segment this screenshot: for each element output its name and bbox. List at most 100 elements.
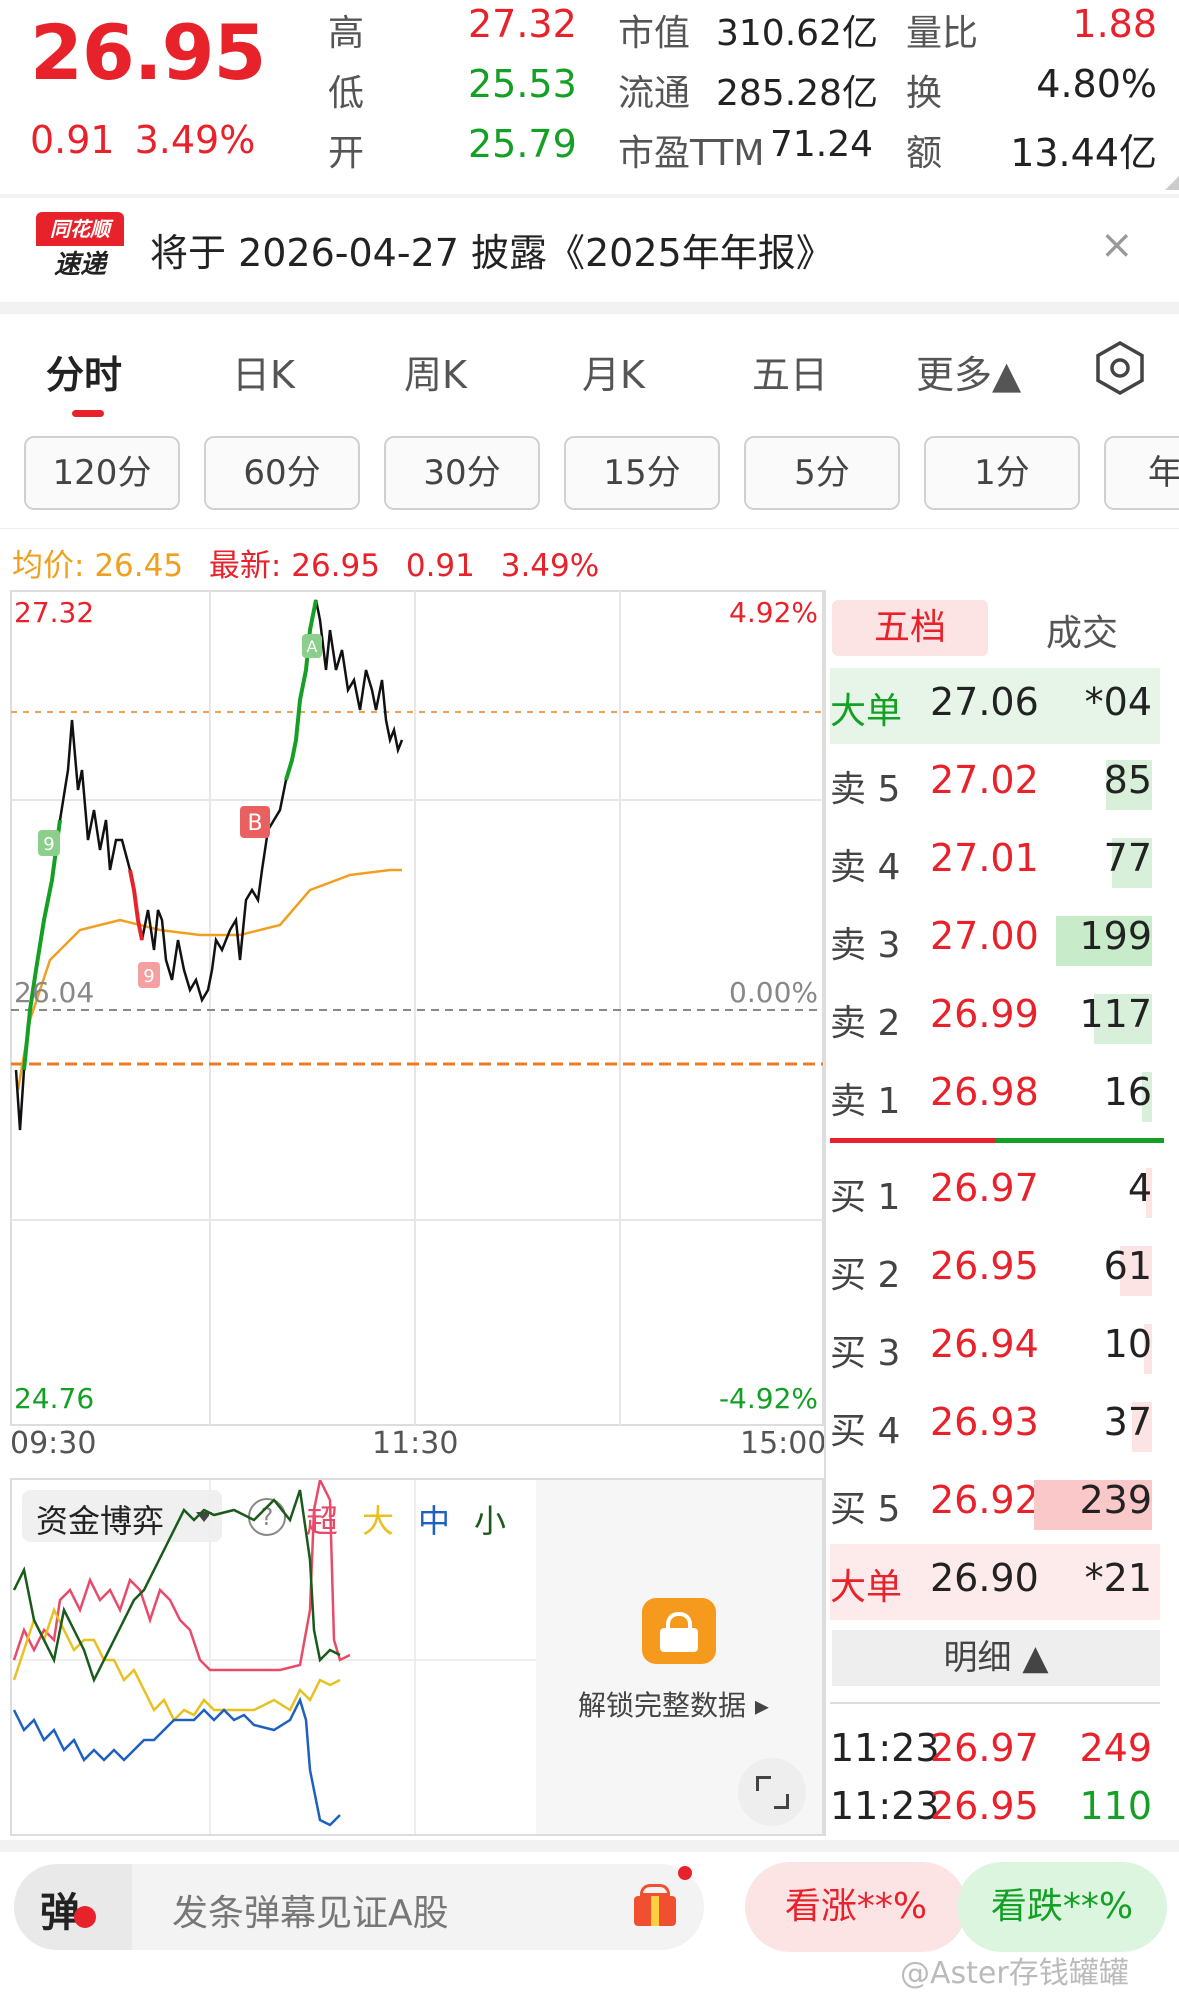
latest-change: 0.91 — [405, 548, 475, 584]
tick-volume: 249 — [1079, 1726, 1152, 1770]
notification-dot — [678, 1866, 692, 1880]
divider — [0, 194, 1179, 198]
sell-5-row[interactable]: 卖 5 27.02 85 — [830, 746, 1160, 822]
tab-trades[interactable]: 成交 — [1046, 604, 1118, 656]
buy-4-row[interactable]: 买 4 26.93 37 — [830, 1388, 1160, 1464]
close-icon[interactable]: × — [1100, 222, 1134, 268]
big-sell-volume: *04 — [1084, 680, 1152, 724]
big-buy-order: 大单 26.90 *21 — [830, 1544, 1160, 1620]
float-cap-value: 285.28亿 — [716, 73, 878, 114]
interval-5m[interactable]: 5分 — [744, 436, 900, 510]
sell-2-price: 26.99 — [930, 992, 1039, 1036]
buy-1-label: 买 1 — [830, 1177, 901, 1218]
sell-marker-text: A — [307, 637, 318, 656]
open-value: 25.79 — [468, 122, 577, 166]
intraday-chart[interactable]: 27.32 26.04 24.76 4.92% 0.00% -4.92% 9 9… — [10, 590, 824, 1426]
interval-15m[interactable]: 15分 — [564, 436, 720, 510]
sell-4-row[interactable]: 卖 4 27.01 77 — [830, 824, 1160, 900]
tab-intraday[interactable]: 分时 — [46, 344, 122, 399]
pct-low-label: -4.92% — [719, 1382, 818, 1415]
sell-3-row[interactable]: 卖 3 27.00 199 — [830, 902, 1160, 978]
buy-5-label: 买 5 — [830, 1489, 901, 1530]
settings-hexagon-icon[interactable] — [1092, 340, 1148, 396]
detail-toggle[interactable]: 明细 ▲ — [832, 1630, 1160, 1686]
tab-monthly-k[interactable]: 月K — [582, 344, 645, 399]
sell-5-label: 卖 5 — [830, 769, 901, 810]
buy-2-volume: 61 — [1103, 1244, 1152, 1288]
price-high-label: 27.32 — [14, 596, 94, 629]
sell-3-volume: 199 — [1079, 914, 1152, 958]
buy-1-volume: 4 — [1127, 1166, 1152, 1210]
high-label: 高 — [328, 13, 365, 54]
buy-2-row[interactable]: 买 2 26.95 61 — [830, 1232, 1160, 1308]
signal-marker-text: 9 — [43, 834, 54, 855]
price-change: 0.91 3.49% — [30, 118, 275, 162]
sell-2-row[interactable]: 卖 2 26.99 117 — [830, 980, 1160, 1056]
tab-five-day[interactable]: 五日 — [752, 344, 828, 399]
amount-label: 额 — [906, 133, 943, 174]
amount-value: 13.44亿 — [1010, 131, 1157, 175]
tick-price: 26.97 — [930, 1726, 1039, 1770]
signal-marker-text: 9 — [143, 966, 154, 987]
bearish-button[interactable]: 看跌**% — [957, 1862, 1167, 1952]
buy-1-row[interactable]: 买 1 26.97 4 — [830, 1154, 1160, 1230]
tab-more[interactable]: 更多▲ — [916, 344, 1021, 399]
low-label: 低 — [328, 73, 365, 114]
volume-ratio-label: 量比 — [906, 13, 979, 54]
tick-volume: 110 — [1079, 1784, 1152, 1828]
sell-3-label: 卖 3 — [830, 925, 901, 966]
sell-1-row[interactable]: 卖 1 26.98 16 — [830, 1058, 1160, 1134]
interval-year[interactable]: 年 — [1104, 436, 1179, 510]
pe-value: 71.24 — [770, 124, 874, 165]
pe-label: 市盈TTM — [618, 133, 765, 174]
buy-sell-ratio-green — [996, 1138, 1164, 1143]
interval-120m[interactable]: 120分 — [24, 436, 180, 510]
sell-1-label: 卖 1 — [830, 1081, 901, 1122]
time-end: 15:00 — [740, 1426, 827, 1461]
big-sell-order: 大单 27.06 *04 — [830, 668, 1160, 744]
float-cap-label: 流通 — [618, 73, 691, 114]
buy-4-label: 买 4 — [830, 1411, 901, 1452]
sell-3-price: 27.00 — [930, 914, 1039, 958]
sell-1-volume: 16 — [1103, 1070, 1152, 1114]
expand-corner-icon[interactable] — [1165, 176, 1179, 190]
interval-30m[interactable]: 30分 — [384, 436, 540, 510]
buy-3-volume: 10 — [1103, 1322, 1152, 1366]
avg-label: 均价: — [12, 548, 85, 584]
divider — [0, 302, 1179, 314]
tab-daily-k[interactable]: 日K — [232, 344, 295, 399]
sell-4-volume: 77 — [1103, 836, 1152, 880]
tick-time: 11:23 — [830, 1726, 940, 1770]
ths-express-logo: 同花顺 速递 — [36, 212, 124, 284]
sell-5-volume: 85 — [1103, 758, 1152, 802]
bullish-button[interactable]: 看涨**% — [745, 1862, 967, 1952]
check-badge-icon — [74, 1906, 96, 1928]
current-price: 26.95 — [30, 8, 266, 97]
interval-1m[interactable]: 1分 — [924, 436, 1080, 510]
low-value: 25.53 — [468, 62, 577, 106]
gift-icon[interactable] — [630, 1880, 680, 1928]
big-buy-volume: *21 — [1084, 1556, 1152, 1600]
interval-60m[interactable]: 60分 — [204, 436, 360, 510]
unlock-data-text: 解锁完整数据 — [578, 1689, 747, 1722]
buy-5-price: 26.92 — [930, 1478, 1039, 1522]
tick-price: 26.95 — [930, 1784, 1039, 1828]
buy-3-row[interactable]: 买 3 26.94 10 — [830, 1310, 1160, 1386]
fund-flow-chart — [10, 1480, 536, 1834]
tab-order-book[interactable]: 五档 — [832, 600, 988, 656]
buy-sell-ratio-red — [830, 1138, 996, 1143]
tab-weekly-k[interactable]: 周K — [404, 344, 467, 399]
lock-icon[interactable] — [642, 1598, 716, 1664]
avg-value: 26.45 — [94, 548, 184, 584]
tick-row: 11:23 26.97 249 — [830, 1726, 1160, 1776]
notice-text[interactable]: 将于 2026-04-27 披露《2025年年报》 — [150, 222, 834, 277]
change-value: 0.91 — [30, 118, 115, 162]
tab-active-indicator — [72, 410, 104, 417]
fullscreen-icon[interactable] — [738, 1758, 806, 1826]
buy-5-row[interactable]: 买 5 26.92 239 — [830, 1466, 1160, 1542]
unlock-data-link[interactable]: 解锁完整数据 ▸ — [578, 1684, 769, 1724]
sell-1-price: 26.98 — [930, 1070, 1039, 1114]
tick-list-scroll-cutoff — [830, 1688, 1160, 1704]
buy-3-price: 26.94 — [930, 1322, 1039, 1366]
big-sell-price: 27.06 — [930, 680, 1039, 724]
